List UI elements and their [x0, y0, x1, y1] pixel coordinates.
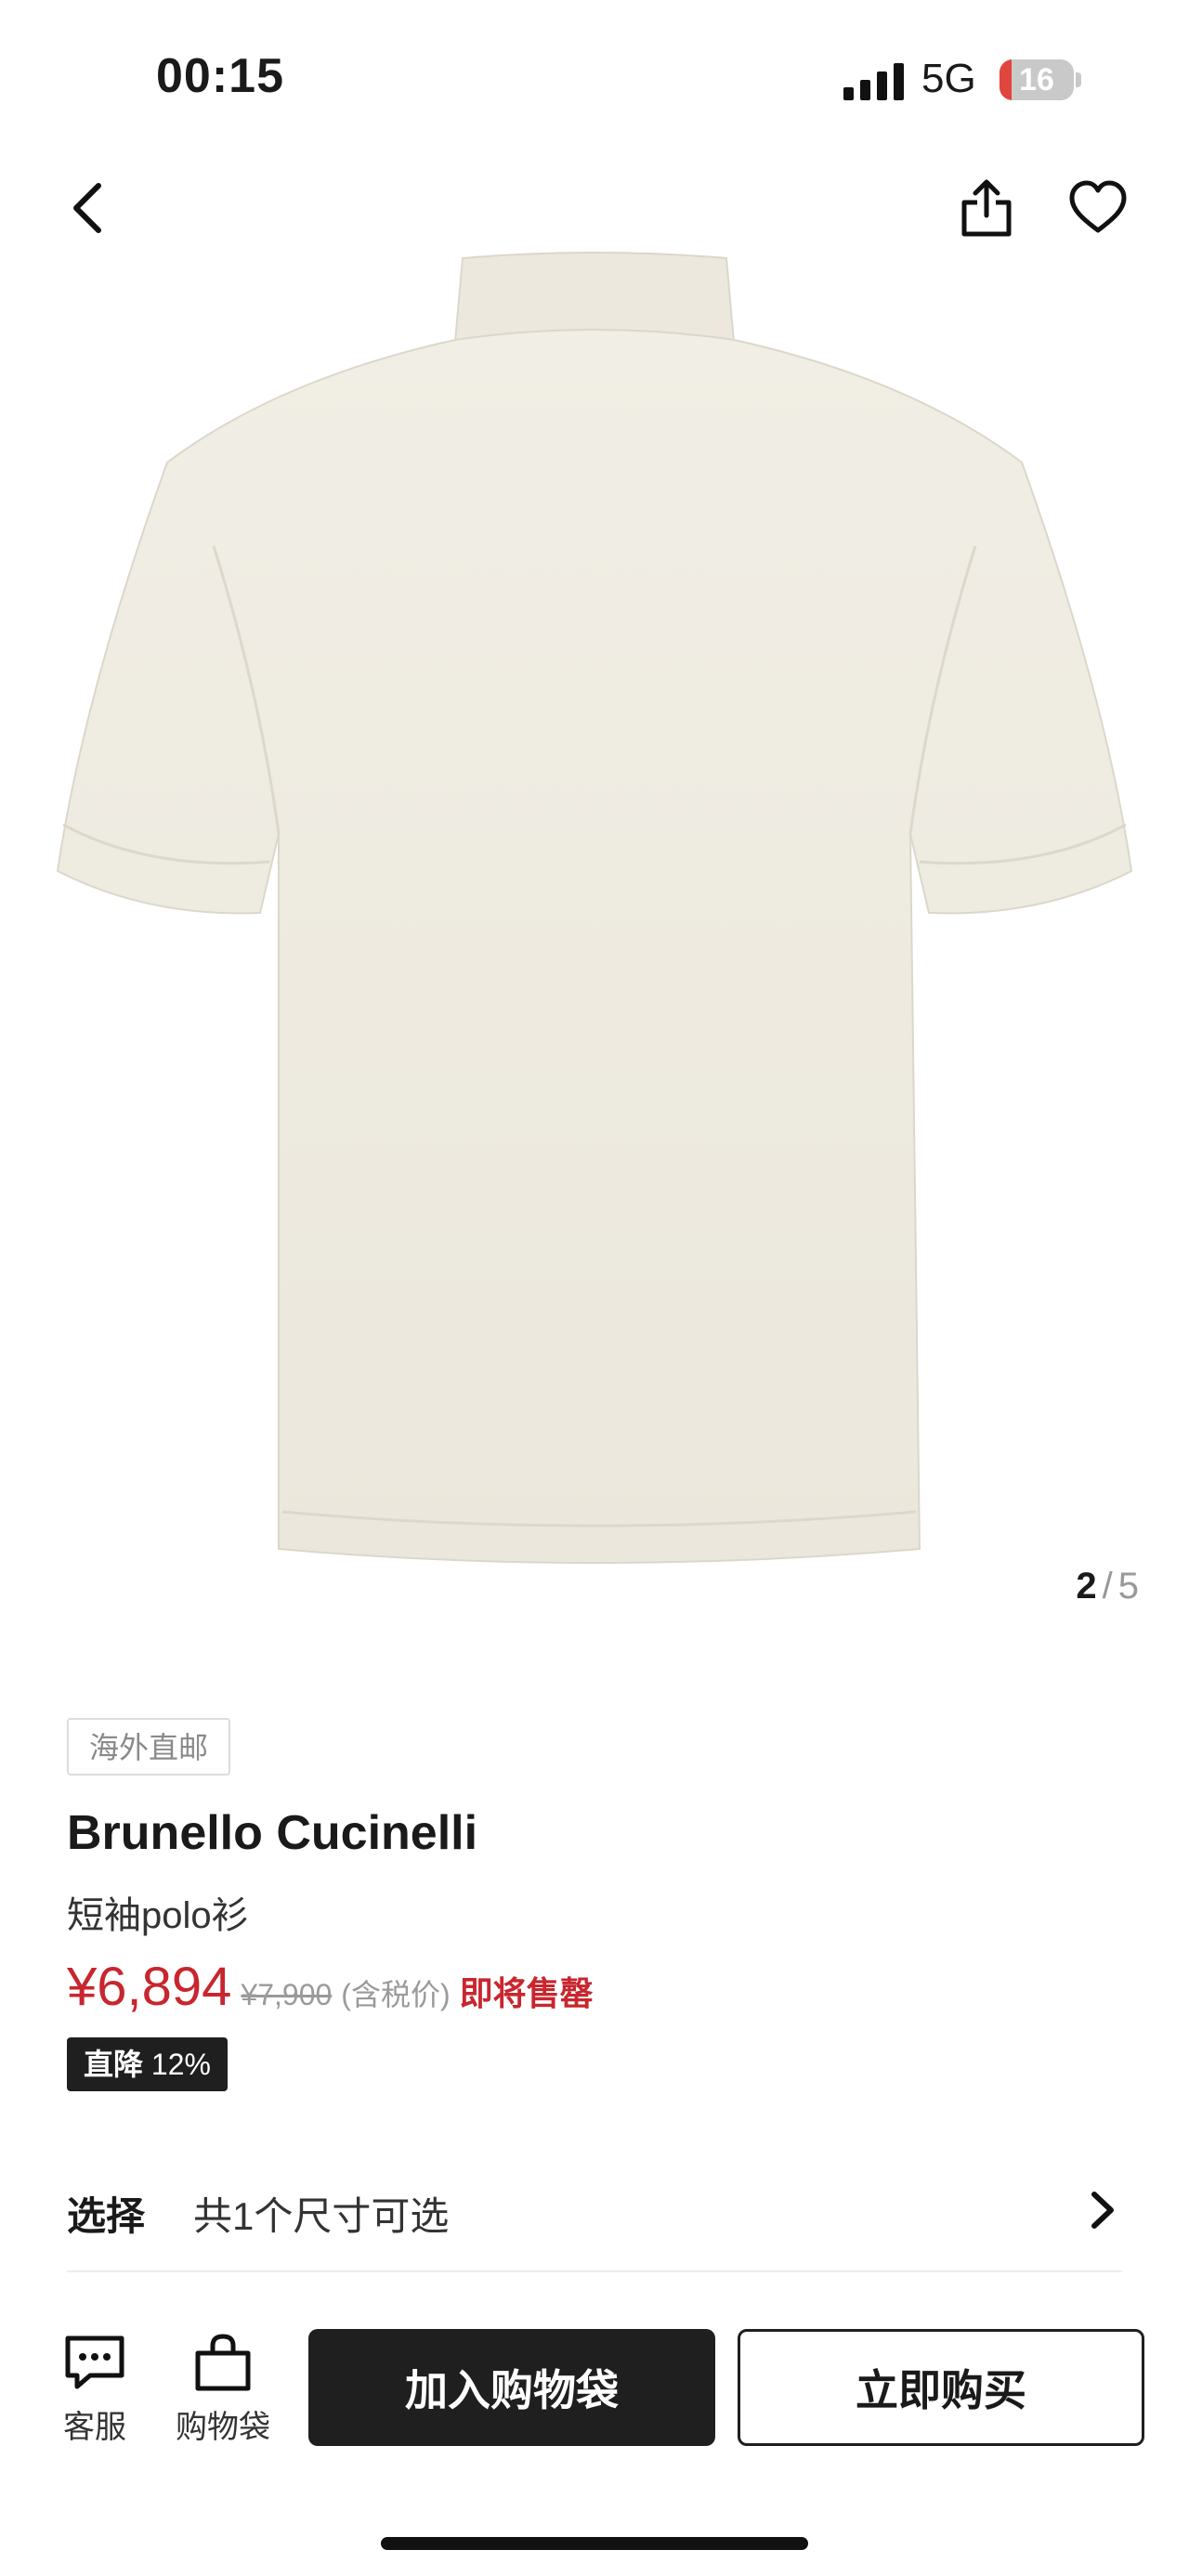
pager-total: 5	[1117, 1566, 1139, 1607]
price-row: ¥6,894 ¥7,900 (含税价) 即将售罄	[67, 1956, 594, 2018]
shipping-tag: 海外直邮	[67, 1718, 231, 1776]
chevron-right-icon	[1081, 2187, 1122, 2233]
image-pager: 2/5	[1076, 1566, 1139, 1607]
shopping-bag-button[interactable]: 购物袋	[171, 2331, 275, 2447]
discount-badge: 直降 12%	[67, 2037, 228, 2091]
tax-note: (含税价)	[341, 1978, 451, 2011]
pager-separator: /	[1102, 1566, 1113, 1607]
home-indicator[interactable]	[381, 2537, 808, 2550]
pager-current: 2	[1076, 1566, 1097, 1607]
battery-icon: 16	[1000, 59, 1083, 100]
shopping-bag-icon	[190, 2331, 255, 2396]
stock-note: 即将售罄	[459, 1974, 594, 2012]
brand-name[interactable]: Brunello Cucinelli	[67, 1805, 477, 1861]
chat-icon	[62, 2331, 127, 2396]
original-price: ¥7,900	[241, 1978, 333, 2011]
product-name: 短袖polo衫	[67, 1895, 249, 1936]
buy-now-button[interactable]: 立即购买	[738, 2329, 1144, 2446]
status-time: 00:15	[156, 49, 284, 103]
discount-label: 直降	[84, 2048, 144, 2081]
product-image[interactable]	[0, 230, 1189, 1568]
customer-service-label: 客服	[63, 2410, 126, 2445]
shopping-bag-label: 购物袋	[176, 2410, 270, 2445]
battery-level: 16	[1019, 62, 1054, 98]
size-select-row[interactable]: 选择 共1个尺寸可选	[67, 2178, 1122, 2272]
network-type: 5G	[921, 56, 976, 101]
add-to-bag-button[interactable]: 加入购物袋	[308, 2329, 715, 2446]
customer-service-button[interactable]: 客服	[58, 2331, 132, 2447]
current-price: ¥6,894	[67, 1957, 232, 2017]
signal-icon	[843, 63, 905, 100]
polo-shirt-image	[56, 252, 1133, 1564]
size-select-value: 共1个尺寸可选	[193, 2194, 450, 2238]
discount-value: 12%	[150, 2048, 211, 2081]
size-select-label: 选择	[67, 2194, 146, 2238]
